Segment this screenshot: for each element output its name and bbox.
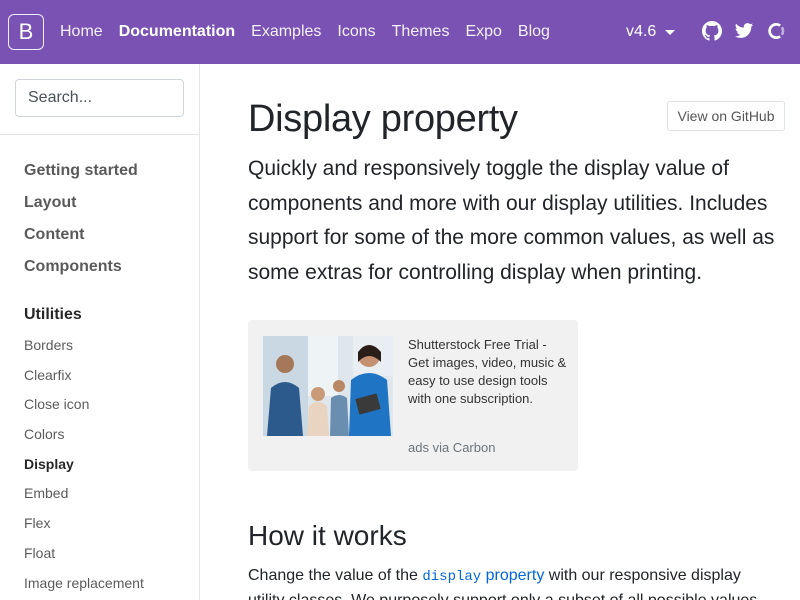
sidebar-nav: Getting started Layout Content Component… xyxy=(0,135,199,598)
lead-paragraph: Quickly and responsively toggle the disp… xyxy=(248,157,775,284)
sidebar-item-embed[interactable]: Embed xyxy=(0,479,199,509)
chevron-down-icon xyxy=(665,29,676,35)
sidebar-item-borders[interactable]: Borders xyxy=(0,331,199,361)
para-text-before: Change the value of the xyxy=(248,567,423,584)
carbon-ad: Shutterstock Free Trial - Get images, vi… xyxy=(248,320,578,471)
twitter-icon[interactable] xyxy=(734,21,754,41)
search-container xyxy=(0,64,199,135)
para-text-after: with our responsive display xyxy=(544,567,741,584)
section-paragraph: Change the value of the display property… xyxy=(248,564,793,600)
ad-image[interactable] xyxy=(263,336,393,436)
display-code-link[interactable]: display xyxy=(422,569,481,585)
nav-link-themes[interactable]: Themes xyxy=(392,23,450,41)
sidebar-item-clearfix[interactable]: Clearfix xyxy=(0,361,199,391)
nav-link-blog[interactable]: Blog xyxy=(518,23,550,41)
sidebar-group-components[interactable]: Components xyxy=(0,251,199,283)
nav-link-examples[interactable]: Examples xyxy=(251,23,321,41)
ad-text[interactable]: Shutterstock Free Trial - Get images, vi… xyxy=(408,336,568,408)
display-property-link[interactable]: property xyxy=(481,567,545,584)
sidebar-group-getting-started[interactable]: Getting started xyxy=(0,155,199,187)
version-dropdown[interactable]: v4.6 xyxy=(626,0,676,64)
docs-sidebar: Getting started Layout Content Component… xyxy=(0,64,200,600)
nav-link-documentation[interactable]: Documentation xyxy=(119,23,235,41)
nav-link-home[interactable]: Home xyxy=(60,23,103,41)
page-title: Display property xyxy=(248,98,518,140)
opencollective-icon[interactable] xyxy=(766,21,786,41)
view-on-github-button[interactable]: View on GitHub xyxy=(667,101,785,131)
github-icon[interactable] xyxy=(702,21,722,41)
sidebar-group-layout[interactable]: Layout xyxy=(0,187,199,219)
nav-links: Home Documentation Examples Icons Themes… xyxy=(60,0,566,64)
nav-link-expo[interactable]: Expo xyxy=(465,23,501,41)
top-navbar: B Home Documentation Examples Icons Them… xyxy=(0,0,800,64)
sidebar-item-float[interactable]: Float xyxy=(0,539,199,569)
sidebar-group-utilities[interactable]: Utilities xyxy=(0,299,199,331)
nav-link-icons[interactable]: Icons xyxy=(337,23,375,41)
sidebar-item-colors[interactable]: Colors xyxy=(0,420,199,450)
sidebar-item-display[interactable]: Display xyxy=(0,450,199,480)
search-input[interactable] xyxy=(15,79,184,117)
sidebar-group-content[interactable]: Content xyxy=(0,219,199,251)
sidebar-item-image-replacement[interactable]: Image replacement xyxy=(0,569,199,599)
para-text-line2: utility classes. We purposely support on… xyxy=(248,592,757,600)
bootstrap-logo[interactable]: B xyxy=(8,14,44,50)
sidebar-item-close-icon[interactable]: Close icon xyxy=(0,390,199,420)
ad-attribution[interactable]: ads via Carbon xyxy=(408,440,495,455)
version-label: v4.6 xyxy=(626,23,657,40)
sidebar-item-flex[interactable]: Flex xyxy=(0,509,199,539)
section-heading: How it works xyxy=(248,520,407,551)
